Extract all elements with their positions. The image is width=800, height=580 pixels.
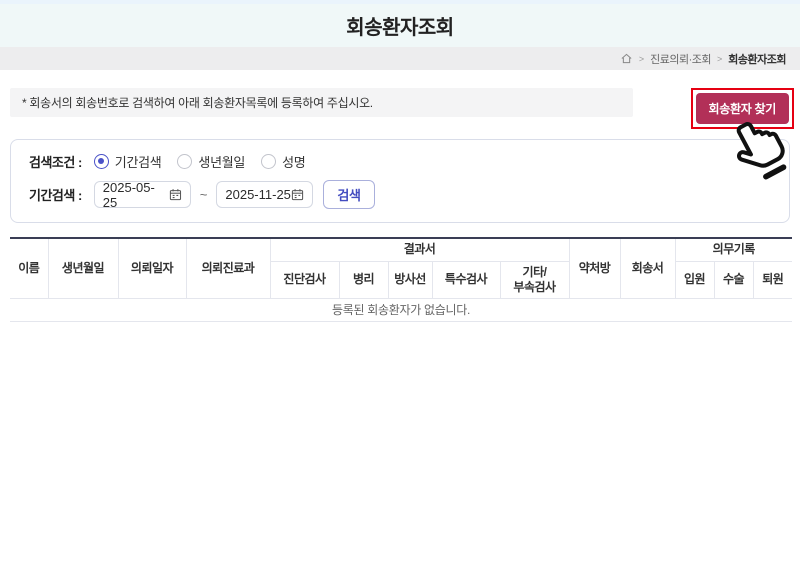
page-title: 회송환자조회	[346, 11, 453, 40]
col-special-test: 특수검사	[432, 261, 500, 298]
col-pathology: 병리	[339, 261, 388, 298]
breadcrumb-item-referral[interactable]: 진료의뢰·조회	[650, 51, 711, 67]
main-content: * 회송서의 회송번호로 검색하여 아래 회송환자목록에 등록하여 주십시오. …	[0, 88, 800, 322]
search-panel: 검색조건 : 기간검색 생년월일 성명 기간검색 : 2025-05-25	[10, 139, 790, 223]
search-condition-label: 검색조건 :	[29, 152, 82, 171]
radio-name[interactable]: 성명	[261, 152, 305, 171]
col-surgery: 수술	[714, 261, 753, 298]
breadcrumb-item-current: 회송환자조회	[728, 51, 786, 67]
empty-message: 등록된 회송환자가 없습니다.	[10, 298, 792, 321]
breadcrumb-separator: >	[717, 54, 722, 64]
radio-birthdate[interactable]: 생년월일	[177, 152, 245, 171]
date-to-input[interactable]: 2025-11-25	[216, 181, 313, 208]
radio-unselected-icon[interactable]	[177, 154, 192, 169]
calendar-icon	[169, 188, 182, 201]
returned-patient-table: 이름 생년월일 의뢰일자 의뢰진료과 결과서 약처방 회송서 의무기록 진단검사…	[10, 237, 792, 322]
col-return-doc: 회송서	[620, 238, 675, 298]
search-condition-row: 검색조건 : 기간검색 생년월일 성명	[29, 152, 771, 171]
breadcrumb: > 진료의뢰·조회 > 회송환자조회	[0, 47, 800, 70]
calendar-icon	[291, 188, 304, 201]
period-label: 기간검색 :	[29, 185, 82, 204]
col-referral-date: 의뢰일자	[118, 238, 186, 298]
notice-text: * 회송서의 회송번호로 검색하여 아래 회송환자목록에 등록하여 주십시오.	[10, 88, 633, 117]
col-prescription: 약처방	[569, 238, 620, 298]
date-from-input[interactable]: 2025-05-25	[94, 181, 191, 208]
radio-unselected-icon[interactable]	[261, 154, 276, 169]
find-returned-patient-button[interactable]: 회송환자 찾기	[696, 93, 789, 124]
radio-period-search[interactable]: 기간검색	[94, 152, 162, 171]
col-name: 이름	[10, 238, 48, 298]
col-birthdate: 생년월일	[48, 238, 118, 298]
col-diagnostic-test: 진단검사	[270, 261, 339, 298]
radio-selected-icon[interactable]	[94, 154, 109, 169]
date-from-value[interactable]: 2025-05-25	[103, 180, 169, 210]
title-bar: 회송환자조회	[0, 4, 800, 47]
radio-period-label[interactable]: 기간검색	[115, 152, 162, 171]
radio-name-label[interactable]: 성명	[282, 152, 305, 171]
col-discharge: 퇴원	[753, 261, 792, 298]
notice-row: * 회송서의 회송번호로 검색하여 아래 회송환자목록에 등록하여 주십시오. …	[10, 88, 790, 126]
col-admission: 입원	[675, 261, 714, 298]
table-header-group-row: 이름 생년월일 의뢰일자 의뢰진료과 결과서 약처방 회송서 의무기록	[10, 238, 792, 261]
date-range-tilde: ~	[200, 187, 208, 202]
col-group-medical-records: 의무기록	[675, 238, 792, 261]
home-icon[interactable]	[620, 52, 633, 65]
empty-row: 등록된 회송환자가 없습니다.	[10, 298, 792, 321]
search-button[interactable]: 검색	[323, 180, 374, 209]
col-etc-line1: 기타/	[523, 265, 547, 279]
col-etc-line2: 부속검사	[513, 280, 555, 294]
col-referral-dept: 의뢰진료과	[186, 238, 270, 298]
date-to-value[interactable]: 2025-11-25	[225, 187, 291, 202]
col-radiology: 방사선	[388, 261, 432, 298]
radio-birthdate-label[interactable]: 생년월일	[198, 152, 245, 171]
search-period-row: 기간검색 : 2025-05-25 ~ 2025-11-25 검색	[29, 180, 771, 209]
breadcrumb-separator: >	[639, 54, 644, 64]
col-group-results: 결과서	[270, 238, 569, 261]
col-etc-attached-test: 기타/부속검사	[500, 261, 569, 298]
